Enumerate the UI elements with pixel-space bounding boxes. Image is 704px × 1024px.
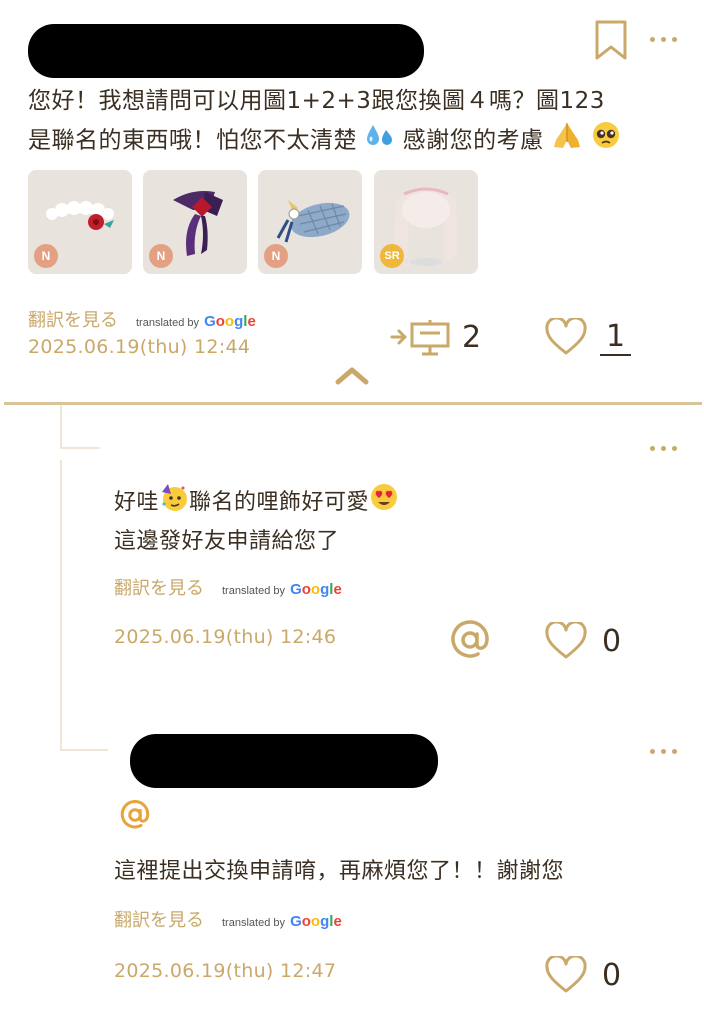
reply-2-body: 這裡提出交換申請唷，再麻煩您了！！謝謝您 xyxy=(114,859,565,884)
folded-hands-emoji-icon xyxy=(551,120,583,162)
like-button[interactable]: 0 xyxy=(544,622,621,660)
item-thumbnail-2[interactable]: N xyxy=(143,170,247,274)
reply-1-line1: 好哇 聯名的哩飾好可愛 xyxy=(114,482,674,524)
at-mention-icon xyxy=(451,620,489,658)
post-text-line2a: 是聯名的東西哦！怕您不太清楚 xyxy=(28,127,357,154)
partying-face-emoji-icon xyxy=(159,482,189,524)
thread-line xyxy=(60,405,62,449)
like-button[interactable]: 1 xyxy=(544,318,632,356)
mention-indicator xyxy=(120,800,150,834)
post-body: 您好！我想請問可以用圖1+2+3跟您換圖４嗎？圖123 是聯名的東西哦！怕您不太… xyxy=(28,82,688,162)
post-date: 2025.06.19(thu) 12:44 xyxy=(28,336,251,358)
like-count: 0 xyxy=(602,623,622,659)
google-logo: Google xyxy=(290,913,342,930)
translated-by-text: translated by xyxy=(222,917,285,929)
translate-row: 翻訳を見る translated by Google xyxy=(28,306,256,332)
thread-line xyxy=(60,460,62,750)
rarity-badge: SR xyxy=(380,244,404,268)
more-options-icon[interactable] xyxy=(650,446,677,451)
share-count: 2 xyxy=(462,319,482,355)
translated-by-text: translated by xyxy=(136,317,199,329)
reply-1-line2: 這邊發好友申請給您了 xyxy=(114,529,340,554)
translated-by-text: translated by xyxy=(222,585,285,597)
post-text-line2b: 感謝您的考慮 xyxy=(402,127,544,154)
translated-by-google: translated by Google xyxy=(222,579,342,598)
heart-icon xyxy=(545,956,587,993)
see-translation-link[interactable]: 翻訳を見る xyxy=(114,574,204,600)
item-thumbnail-1[interactable]: N xyxy=(28,170,132,274)
like-count[interactable]: 1 xyxy=(600,319,632,356)
thread-line xyxy=(60,447,100,449)
see-translation-link[interactable]: 翻訳を見る xyxy=(114,906,204,932)
translate-row: 翻訳を見る translated by Google xyxy=(114,906,342,932)
at-mention-icon xyxy=(120,800,150,829)
like-button[interactable]: 0 xyxy=(544,956,621,994)
section-divider xyxy=(4,402,702,405)
rarity-badge: N xyxy=(264,244,288,268)
translated-by-google: translated by Google xyxy=(222,911,342,930)
reply-1-text-b: 聯名的哩飾好可愛 xyxy=(189,490,370,515)
rarity-badge: N xyxy=(34,244,58,268)
thread-line xyxy=(60,749,108,751)
item-thumbnail-3[interactable]: N xyxy=(258,170,362,274)
more-options-icon[interactable] xyxy=(650,749,677,754)
google-logo: Google xyxy=(204,313,256,330)
rarity-badge: N xyxy=(149,244,173,268)
redacted-username xyxy=(28,24,424,78)
collapse-replies-button[interactable] xyxy=(334,364,370,390)
heart-icon xyxy=(545,318,587,355)
see-translation-link[interactable]: 翻訳を見る xyxy=(28,306,118,332)
item-thumbnail-4[interactable]: SR xyxy=(374,170,478,274)
post-text-line1: 您好！我想請問可以用圖1+2+3跟您換圖４嗎？圖123 xyxy=(28,88,605,114)
post-text-line2: 是聯名的東西哦！怕您不太清楚 感謝您的考慮 xyxy=(28,120,688,162)
chevron-up-icon xyxy=(335,367,369,385)
reply-2-date: 2025.06.19(thu) 12:47 xyxy=(114,960,337,982)
reply-1-date: 2025.06.19(thu) 12:46 xyxy=(114,626,337,648)
redacted-username xyxy=(130,734,438,788)
heart-icon xyxy=(545,622,587,659)
bookmark-icon[interactable] xyxy=(594,20,628,60)
google-logo: Google xyxy=(290,581,342,598)
pleading-face-emoji-icon xyxy=(591,120,621,162)
more-options-icon[interactable] xyxy=(650,37,677,42)
share-icon xyxy=(390,320,450,356)
reply-1-text-a: 好哇 xyxy=(114,490,160,515)
heart-eyes-emoji-icon xyxy=(369,482,399,524)
reply-1-body: 好哇 聯名的哩飾好可愛 這邊發好友申請給您了 xyxy=(114,482,674,560)
sweat-droplets-emoji-icon xyxy=(365,122,395,160)
like-count: 0 xyxy=(602,957,622,993)
mention-button[interactable] xyxy=(450,620,490,664)
translate-row: 翻訳を見る translated by Google xyxy=(114,574,342,600)
translated-by-google: translated by Google xyxy=(136,311,256,330)
share-button[interactable]: 2 xyxy=(390,318,481,356)
